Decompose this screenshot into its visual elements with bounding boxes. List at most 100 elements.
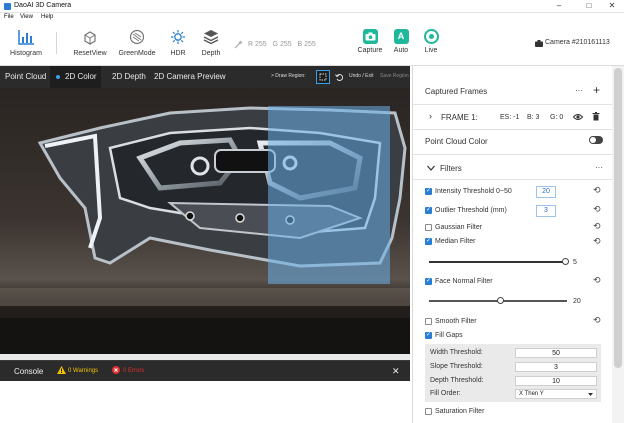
point-cloud-color-toggle[interactable] <box>589 136 603 144</box>
smooth-checkbox[interactable] <box>425 318 432 325</box>
save-region-button[interactable]: Save Region <box>380 73 409 79</box>
console-bar: Console 0 Warnings 0 Errors ✕ <box>0 360 410 381</box>
panel-scrollbar-thumb[interactable] <box>614 68 622 368</box>
smooth-reset-icon[interactable]: ⟲ <box>593 315 601 326</box>
undo-exit-button[interactable]: Undo / Exit <box>349 73 373 79</box>
median-reset-icon[interactable]: ⟲ <box>593 236 601 247</box>
median-slider-thumb[interactable] <box>562 258 569 265</box>
fill-order-select[interactable]: X Then Y <box>515 389 597 399</box>
depth-threshold-label: Depth Threshold: <box>430 377 484 384</box>
median-slider-value: 5 <box>573 259 577 266</box>
menu-bar: File View Help <box>0 13 624 22</box>
width-threshold-input[interactable]: 50 <box>515 348 597 358</box>
live-icon <box>423 29 439 44</box>
filters-more-button[interactable]: ··· <box>595 163 603 172</box>
close-window-button[interactable]: ✕ <box>601 0 623 12</box>
intensity-input[interactable]: 20 <box>536 186 556 198</box>
divider <box>413 129 612 130</box>
draw-region-button[interactable] <box>316 70 330 84</box>
maximize-button[interactable]: □ <box>578 0 600 12</box>
crop-region-icon <box>319 73 327 81</box>
frame-row[interactable]: › FRAME 1: ES: -1 B: 3 G: 0 <box>413 106 612 128</box>
outlier-reset-icon[interactable]: ⟲ <box>593 204 601 215</box>
intensity-label: Intensity Threshold 0~50 <box>435 188 512 195</box>
frames-more-button[interactable]: ··· <box>575 86 583 95</box>
gaussian-checkbox[interactable] <box>425 224 432 231</box>
toolbar: Histogram ResetView GreenMode HDR Depth … <box>0 22 624 66</box>
smooth-label: Smooth Filter <box>435 318 477 325</box>
draw-region-label: > Draw Region: <box>271 73 306 79</box>
frame-label: FRAME 1: <box>441 113 478 122</box>
median-slider-track[interactable] <box>429 261 567 263</box>
view-tabs-bar: Point Cloud 2D Color 2D Depth 2D Camera … <box>0 66 410 88</box>
console-close-button[interactable]: ✕ <box>392 366 400 377</box>
chevron-down-icon[interactable] <box>427 165 435 171</box>
rgb-readout: R 255 G 255 B 255 <box>248 41 316 48</box>
face-normal-reset-icon[interactable]: ⟲ <box>593 275 601 286</box>
console-title: Console <box>14 367 44 376</box>
settings-panel: Captured Frames ··· + › FRAME 1: ES: -1 … <box>412 66 612 423</box>
saturation-label: Saturation Filter <box>435 408 485 415</box>
fill-order-label: Fill Order: <box>430 390 461 397</box>
console-output <box>0 381 410 423</box>
captured-frames-title: Captured Frames <box>425 87 488 96</box>
chevron-right-icon[interactable]: › <box>429 111 432 121</box>
error-icon <box>112 366 120 374</box>
outlier-label: Outlier Threshold (mm) <box>435 207 507 214</box>
menu-help[interactable]: Help <box>41 14 53 20</box>
undo-icon[interactable] <box>335 73 343 81</box>
face-normal-checkbox[interactable] <box>425 277 432 285</box>
app-icon <box>4 3 11 10</box>
toolbar-separator <box>56 32 57 54</box>
image-viewport[interactable] <box>0 88 410 354</box>
slope-threshold-input[interactable]: 3 <box>515 362 597 372</box>
menu-file[interactable]: File <box>4 14 14 20</box>
tab-2d-color[interactable]: 2D Color <box>50 66 101 88</box>
live-button[interactable]: Live <box>421 29 441 54</box>
histogram-button[interactable]: Histogram <box>8 29 44 57</box>
histogram-icon <box>18 30 34 45</box>
selected-region-overlay[interactable] <box>268 106 390 284</box>
reset-view-button[interactable]: ResetView <box>70 29 110 57</box>
green-mode-icon <box>129 29 145 45</box>
hdr-button[interactable]: HDR <box>166 29 190 57</box>
add-frame-button[interactable]: + <box>593 83 600 97</box>
outlier-checkbox[interactable] <box>425 206 432 214</box>
tab-2d-camera-preview[interactable]: 2D Camera Preview <box>150 66 230 88</box>
intensity-reset-icon[interactable]: ⟲ <box>593 185 601 196</box>
trash-icon[interactable] <box>592 112 600 121</box>
window-title: DaoAI 3D Camera <box>14 2 72 9</box>
face-normal-label: Face Normal Filter <box>435 278 493 285</box>
fill-gaps-checkbox[interactable] <box>425 331 432 339</box>
frame-b: B: 3 <box>527 114 540 121</box>
divider <box>413 179 612 180</box>
warnings-count[interactable]: 0 Warnings <box>68 368 98 374</box>
menu-view[interactable]: View <box>20 14 33 20</box>
depth-threshold-input[interactable]: 10 <box>515 376 597 386</box>
auto-button[interactable]: A Auto <box>390 29 412 54</box>
face-normal-slider-value: 20 <box>573 298 581 305</box>
tab-point-cloud[interactable]: Point Cloud <box>0 66 50 88</box>
camera-id: Camera #210161113 <box>545 39 610 46</box>
minimize-button[interactable]: – <box>548 0 570 12</box>
gaussian-label: Gaussian Filter <box>435 224 483 231</box>
eye-icon[interactable] <box>573 113 583 121</box>
camera-icon <box>362 29 378 44</box>
tab-2d-depth[interactable]: 2D Depth <box>108 66 150 88</box>
capture-button[interactable]: Capture <box>355 29 385 54</box>
face-normal-slider-thumb[interactable] <box>497 297 504 304</box>
camera-small-icon <box>535 40 543 47</box>
depth-button[interactable]: Depth <box>198 29 224 57</box>
median-checkbox[interactable] <box>425 237 432 245</box>
outlier-input[interactable]: 3 <box>536 205 556 217</box>
green-mode-button[interactable]: GreenMode <box>115 29 159 57</box>
fill-gaps-label: Fill Gaps <box>435 332 463 339</box>
auto-icon: A <box>393 29 409 44</box>
eyedropper-icon[interactable] <box>234 40 243 49</box>
divider <box>413 154 612 155</box>
fill-gaps-settings: Width Threshold: 50 Slope Threshold: 3 D… <box>425 344 601 402</box>
errors-count[interactable]: 0 Errors <box>123 368 144 374</box>
gaussian-reset-icon[interactable]: ⟲ <box>593 221 601 232</box>
saturation-checkbox[interactable] <box>425 408 432 415</box>
intensity-checkbox[interactable] <box>425 187 432 195</box>
